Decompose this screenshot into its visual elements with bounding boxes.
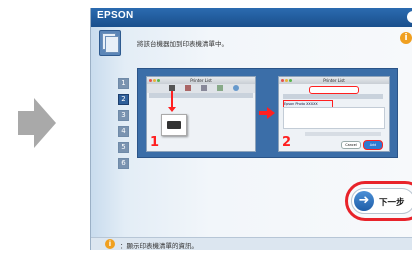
dialog-title: Printer List [279,77,389,84]
step-4-indicator: 4 [118,126,129,137]
red-arrow-head-icon [168,107,176,112]
next-button[interactable]: ➜ 下一步 [351,188,412,214]
add-button: Add [363,140,383,150]
info-icon[interactable]: i [105,239,115,249]
next-button-label: 下一步 [379,198,405,208]
right-arrow-icon [259,107,275,119]
instruction-text: 將該台機器加到印表機清單中。 [137,40,228,48]
toolbar-icon [185,85,191,91]
window-control-icon[interactable] [407,11,412,23]
arrow-right-icon: ➜ [354,191,374,211]
option-field [305,132,381,136]
instruction-illustration: Printer List 1 Printer List Epson Photo … [137,68,398,158]
list-header [283,94,383,99]
dialog-title: Printer List [147,77,255,84]
large-arrow-icon [18,98,56,148]
printer-add-icon [161,114,187,136]
printer-list-dialog-left: Printer List 1 [146,76,256,152]
title-bar: EPSON [91,8,412,27]
step-3-indicator: 3 [118,110,129,121]
printer-setup-icon [99,30,121,56]
step-1-marker: 1 [150,135,160,150]
info-icon[interactable]: i [400,32,412,44]
brand-label: EPSON [97,10,134,21]
printer-list-area [283,107,385,129]
toolbar-icon [233,85,239,91]
footer-hint-text: ：顯示印表機清單的資訊。 [120,242,198,250]
step-5-indicator: 5 [118,142,129,153]
step-1-indicator: 1 [118,78,129,89]
connection-dropdown [309,86,359,94]
step-2-marker: 2 [282,135,292,150]
step-6-indicator: 6 [118,158,129,169]
footer-bar: i ：顯示印表機清單的資訊。 [91,237,412,250]
printer-list-dialog-right: Printer List Epson Photo XXXXX Cancel Ad… [278,76,390,152]
cancel-button: Cancel [341,141,361,149]
toolbar-icon [201,85,207,91]
list-header [149,93,253,98]
toolbar-icon [217,85,223,91]
step-2-indicator: 2 [118,94,129,105]
